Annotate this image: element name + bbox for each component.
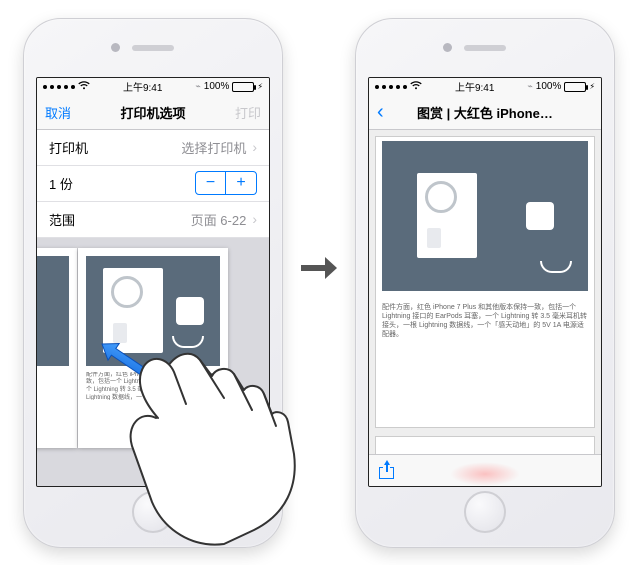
copies-label: 1 份 [49,174,73,193]
wifi-icon [410,81,422,93]
stepper-increment[interactable]: + [226,172,256,194]
document-page[interactable]: 配件方面，红色 iPhone 7 Plus 和其他版本保持一致，包括一个 Lig… [375,136,595,428]
print-options-list: 打印机 选择打印机 › 1 份 − + 范围 [37,130,269,238]
range-value: 页面 6-22 [191,210,247,229]
chevron-right-icon: › [252,211,257,227]
thumb-photo [86,256,220,366]
charging-icon: ⚡︎ [257,82,263,91]
status-bar: 上午9:41 ⌁ 100% ⚡︎ [369,78,601,96]
back-button[interactable]: ‹ [377,102,413,122]
illustration-cable [172,336,202,348]
bottom-toolbar [369,454,601,486]
cancel-button[interactable]: 取消 [45,103,81,122]
screen-left: 上午9:41 ⌁ 100% ⚡︎ 取消 打印机选项 打印 打印机 [36,77,270,487]
row-printer[interactable]: 打印机 选择打印机 › [37,130,269,166]
battery-icon [564,82,586,92]
phone-right: 上午9:41 ⌁ 100% ⚡︎ ‹ 图赏 | 大红色 iPhone 7 Plu… [355,18,615,548]
share-icon[interactable] [379,461,395,479]
battery-icon [232,82,254,92]
battery-pct: 100% [536,81,562,92]
document-viewer[interactable]: 配件方面，红色 iPhone 7 Plus 和其他版本保持一致，包括一个 Lig… [369,130,601,454]
stepper-decrement[interactable]: − [196,172,226,194]
bluetooth-icon: ⌁ [527,81,532,92]
illustration-earpods [176,297,204,325]
illustration-box [417,173,477,258]
document-page-next[interactable] [375,436,595,454]
chevron-right-icon: › [252,139,257,155]
status-left [43,81,90,93]
page-number-label: 6 页 [78,427,228,442]
screen-right: 上午9:41 ⌁ 100% ⚡︎ ‹ 图赏 | 大红色 iPhone 7 Plu… [368,77,602,487]
illustration-box [103,268,163,353]
status-right: ⌁ 100% ⚡︎ [527,81,595,92]
status-bar: 上午9:41 ⌁ 100% ⚡︎ [37,78,269,96]
page-thumb-prev[interactable] [37,248,77,448]
toolbar-glow [450,462,520,486]
printer-value: 选择打印机 [181,138,246,157]
row-range[interactable]: 范围 页面 6-22 › [37,202,269,238]
bluetooth-icon: ⌁ [195,81,200,92]
thumb-caption: 配件方面，红色 iPhone 7 Plus 和其他版本保持一致，包括一个 Lig… [86,372,220,400]
charging-icon: ⚡︎ [589,82,595,91]
printer-label: 打印机 [49,138,88,157]
status-time: 上午9:41 [455,79,494,94]
illustration-cable [540,261,570,273]
range-label: 范围 [49,210,75,229]
nav-title: 图赏 | 大红色 iPhone 7 Plus 来了，你… [413,103,557,122]
status-time: 上午9:41 [123,79,162,94]
page-thumb-main[interactable]: 配件方面，红色 iPhone 7 Plus 和其他版本保持一致，包括一个 Lig… [78,248,228,448]
chevron-left-icon: ‹ [377,101,384,123]
nav-bar: 取消 打印机选项 打印 [37,96,269,130]
status-right: ⌁ 100% ⚡︎ [195,81,263,92]
home-button[interactable] [464,491,506,533]
nav-title: 打印机选项 [81,103,225,122]
doc-photo [382,141,588,291]
home-button[interactable] [132,491,174,533]
transition-arrow-icon [297,246,341,290]
print-button[interactable]: 打印 [225,103,261,122]
battery-pct: 100% [204,81,230,92]
copies-stepper: − + [195,171,257,195]
wifi-icon [78,81,90,93]
nav-bar: ‹ 图赏 | 大红色 iPhone 7 Plus 来了，你… [369,96,601,130]
status-left [375,81,422,93]
phone-left: 上午9:41 ⌁ 100% ⚡︎ 取消 打印机选项 打印 打印机 [23,18,283,548]
doc-caption: 配件方面，红色 iPhone 7 Plus 和其他版本保持一致，包括一个 Lig… [382,303,588,337]
page-preview-area[interactable]: 配件方面，红色 iPhone 7 Plus 和其他版本保持一致，包括一个 Lig… [37,238,269,486]
illustration-earpods [526,202,554,230]
thumb-photo [37,256,69,366]
row-copies: 1 份 − + [37,166,269,202]
